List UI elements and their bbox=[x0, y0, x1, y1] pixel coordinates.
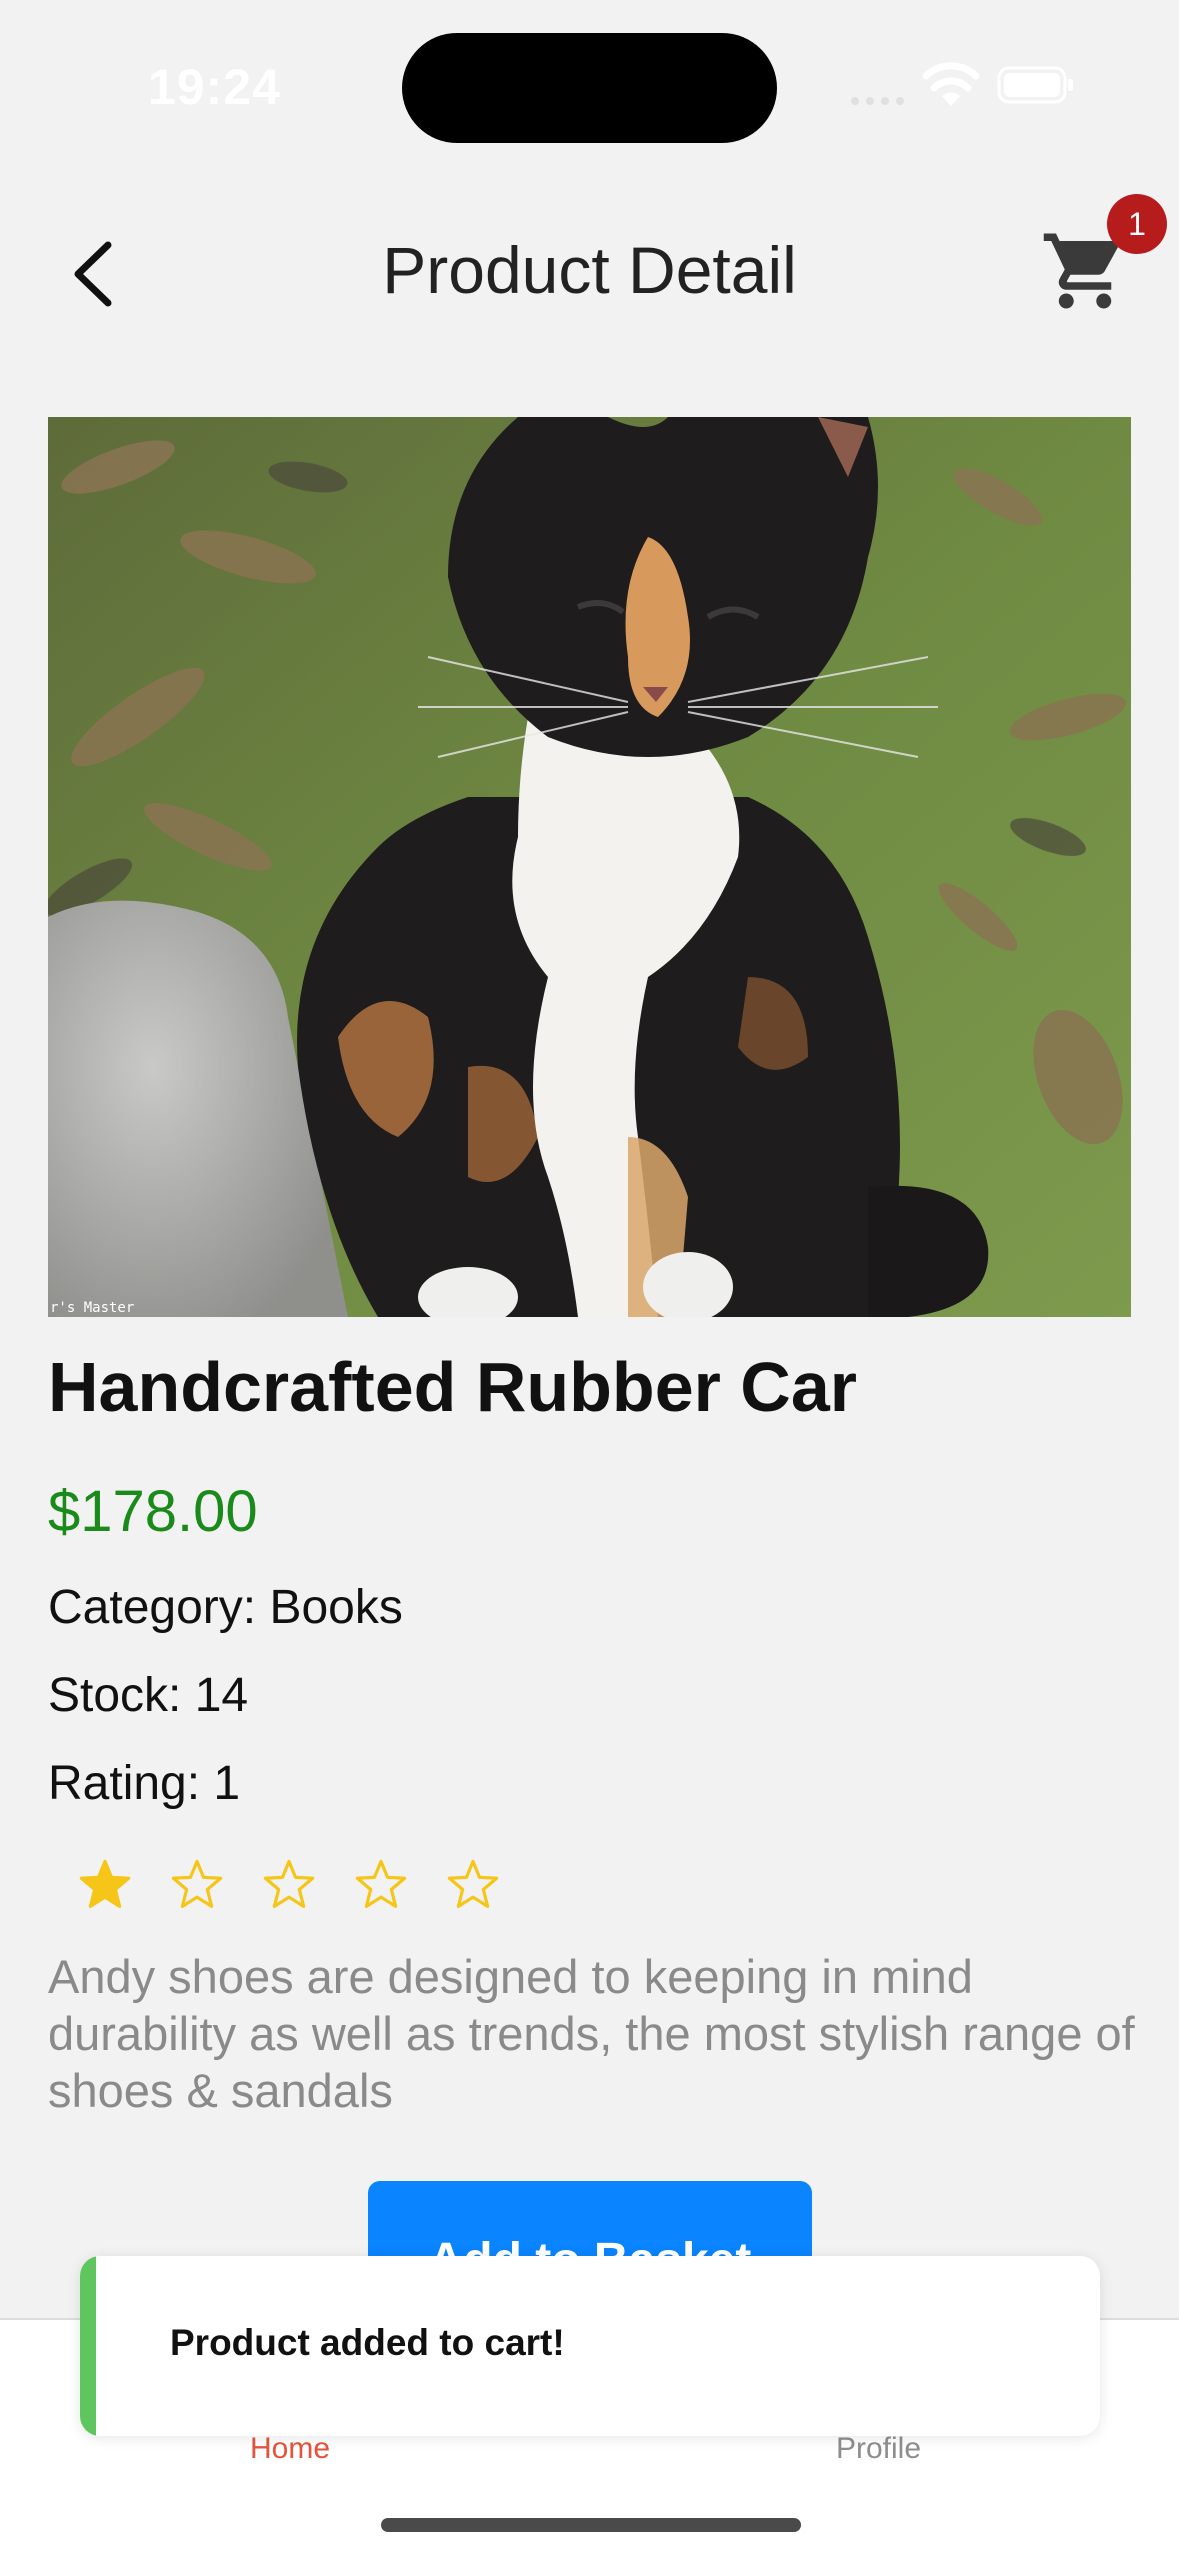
product-category: Category: Books bbox=[48, 1581, 403, 1634]
dynamic-island bbox=[402, 33, 777, 143]
tab-home[interactable]: Home bbox=[250, 2432, 330, 2466]
product-name: Handcrafted Rubber Car bbox=[48, 1348, 858, 1426]
page-title: Product Detail bbox=[382, 233, 797, 307]
toast-accent-bar bbox=[80, 2256, 96, 2436]
toast-message: Product added to cart! bbox=[170, 2322, 565, 2363]
battery-icon bbox=[997, 66, 1073, 104]
star-outline-icon bbox=[447, 1859, 499, 1908]
product-rating: Rating: 1 bbox=[48, 1757, 241, 1810]
cat-photo: r's Master bbox=[48, 417, 1131, 1317]
toast-notification[interactable]: Product added to cart! bbox=[80, 2256, 1100, 2436]
star-outline-icon bbox=[171, 1859, 223, 1908]
status-time: 19:24 bbox=[148, 59, 281, 115]
product-description: Andy shoes are designed to keeping in mi… bbox=[48, 1950, 1135, 2117]
star-filled-icon bbox=[79, 1859, 131, 1908]
tab-profile[interactable]: Profile bbox=[836, 2432, 921, 2466]
star-rating bbox=[78, 1858, 500, 1912]
star-outline-icon bbox=[355, 1859, 407, 1908]
product-image: r's Master bbox=[48, 417, 1131, 1317]
cart-count-badge: 1 bbox=[1107, 194, 1167, 254]
product-price: $178.00 bbox=[48, 1479, 258, 1544]
product-detail-screen: 19:24 Product Detail 1 r's Master Handcr… bbox=[0, 0, 1179, 2556]
image-watermark: r's Master bbox=[50, 1300, 134, 1316]
cellular-signal-icon bbox=[851, 97, 904, 105]
product-stock: Stock: 14 bbox=[48, 1669, 249, 1722]
wifi-icon bbox=[922, 62, 980, 106]
star-outline-icon bbox=[263, 1859, 315, 1908]
home-indicator[interactable] bbox=[381, 2518, 801, 2532]
